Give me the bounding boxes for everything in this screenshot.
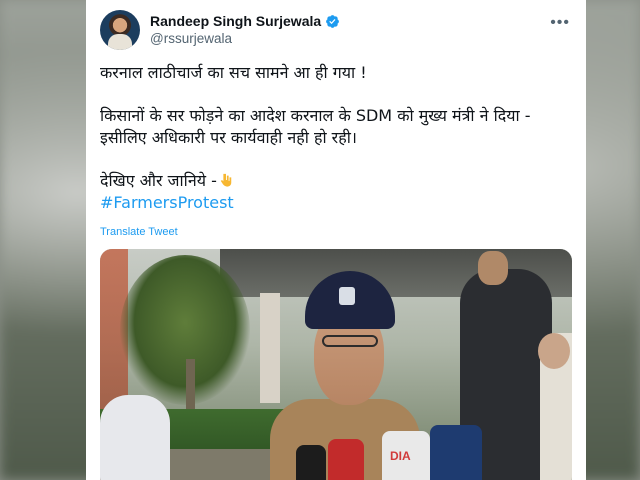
hashtag-link[interactable]: #FarmersProtest (100, 192, 570, 214)
more-options-icon[interactable]: ••• (550, 14, 570, 32)
translate-tweet-link[interactable]: Translate Tweet (100, 226, 178, 238)
video-thumbnail[interactable]: DIA (100, 249, 572, 480)
tweet-line-3: देखिए और जानिये - (100, 170, 570, 192)
tweet-line-1: करनाल लाठीचार्ज का सच सामने आ ही गया ! (100, 63, 367, 82)
author-handle[interactable]: @rssurjewala (150, 31, 232, 46)
tweet-line-3-text: देखिए और जानिये - (100, 171, 217, 190)
author-row: Randeep Singh Surjewala (150, 13, 340, 29)
avatar[interactable] (100, 10, 140, 50)
verified-badge-icon (326, 14, 340, 28)
tweet-header: Randeep Singh Surjewala @rssurjewala ••• (100, 10, 572, 50)
tweet-card[interactable]: Randeep Singh Surjewala @rssurjewala •••… (86, 0, 586, 480)
pointing-down-emoji-icon (220, 173, 232, 187)
author-name[interactable]: Randeep Singh Surjewala (150, 13, 321, 29)
microphone-label: DIA (390, 449, 411, 463)
tweet-body: करनाल लाठीचार्ज का सच सामने आ ही गया ! क… (100, 62, 570, 214)
tweet-line-2: किसानों के सर फोड़ने का आदेश करनाल के SD… (100, 106, 531, 147)
